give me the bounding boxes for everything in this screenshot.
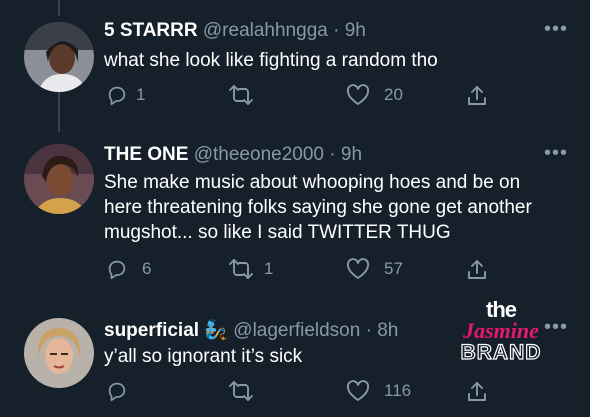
share-button[interactable] (466, 84, 488, 108)
reply-button[interactable]: 6 (106, 258, 151, 280)
retweet-button[interactable] (228, 380, 262, 402)
like-button[interactable]: 20 (346, 84, 403, 106)
heart-icon (346, 84, 370, 105)
timestamp[interactable]: 8h (377, 320, 398, 341)
share-button[interactable] (466, 258, 488, 282)
heart-icon (346, 380, 370, 401)
watermark-line-3: BRAND (460, 341, 542, 364)
more-options-icon[interactable]: ••• (544, 18, 568, 41)
tweet-2[interactable]: THE ONE @theeone2000 · 9h ••• She make m… (0, 140, 590, 300)
tweet-text: what she look like fighting a random tho (104, 50, 438, 71)
watermark-line-1: the (486, 297, 517, 322)
separator-dot: · (333, 20, 340, 41)
retweet-button[interactable] (228, 84, 262, 106)
reply-button[interactable]: 1 (106, 84, 145, 106)
retweet-icon (229, 259, 253, 279)
retweet-button[interactable]: 1 (228, 258, 273, 280)
reply-icon (108, 382, 126, 402)
tweet-header: THE ONE @theeone2000 · 9h (104, 144, 362, 166)
share-button[interactable] (466, 380, 488, 404)
reply-count: 1 (136, 85, 146, 104)
separator-dot: · (329, 144, 336, 165)
timestamp[interactable]: 9h (341, 144, 362, 165)
like-count: 20 (384, 85, 403, 104)
retweet-count: 1 (264, 259, 274, 278)
avatar[interactable] (24, 318, 94, 388)
reply-button[interactable] (106, 380, 136, 402)
reply-icon (108, 86, 126, 106)
timestamp[interactable]: 9h (345, 20, 366, 41)
tweet-header: 5 STARRR @realahhngga · 9h (104, 20, 366, 42)
heart-icon (346, 258, 370, 279)
more-options-icon[interactable]: ••• (544, 142, 568, 165)
like-button[interactable]: 116 (346, 380, 411, 402)
share-icon (468, 86, 486, 105)
display-name[interactable]: superficial (104, 320, 199, 341)
user-handle[interactable]: @lagerfieldson (233, 320, 360, 341)
tweet-1[interactable]: 5 STARRR @realahhngga · 9h ••• what she … (0, 0, 590, 140)
avatar[interactable] (24, 22, 94, 92)
avatar[interactable] (24, 144, 94, 214)
tweet-header: superficial 🧞 @lagerfieldson · 8h (104, 318, 398, 342)
watermark-line-2: Jasmine (463, 318, 539, 343)
display-name[interactable]: 5 STARRR (104, 20, 198, 41)
separator-dot: · (365, 320, 372, 341)
share-icon (468, 260, 486, 279)
tweet-text: She make music about whooping hoes and b… (104, 172, 532, 243)
user-handle[interactable]: @realahhngga (203, 20, 328, 41)
reply-icon (108, 260, 126, 280)
like-button[interactable]: 57 (346, 258, 403, 280)
genie-emoji: 🧞 (204, 320, 228, 341)
user-handle[interactable]: @theeone2000 (194, 144, 324, 165)
like-count: 116 (384, 381, 412, 400)
reply-count: 6 (142, 259, 152, 278)
share-icon (468, 382, 486, 401)
like-count: 57 (384, 259, 403, 278)
retweet-icon (229, 85, 253, 105)
retweet-icon (229, 381, 253, 401)
display-name[interactable]: THE ONE (104, 144, 188, 165)
watermark-logo: the Jasmine BRAND (446, 297, 556, 366)
